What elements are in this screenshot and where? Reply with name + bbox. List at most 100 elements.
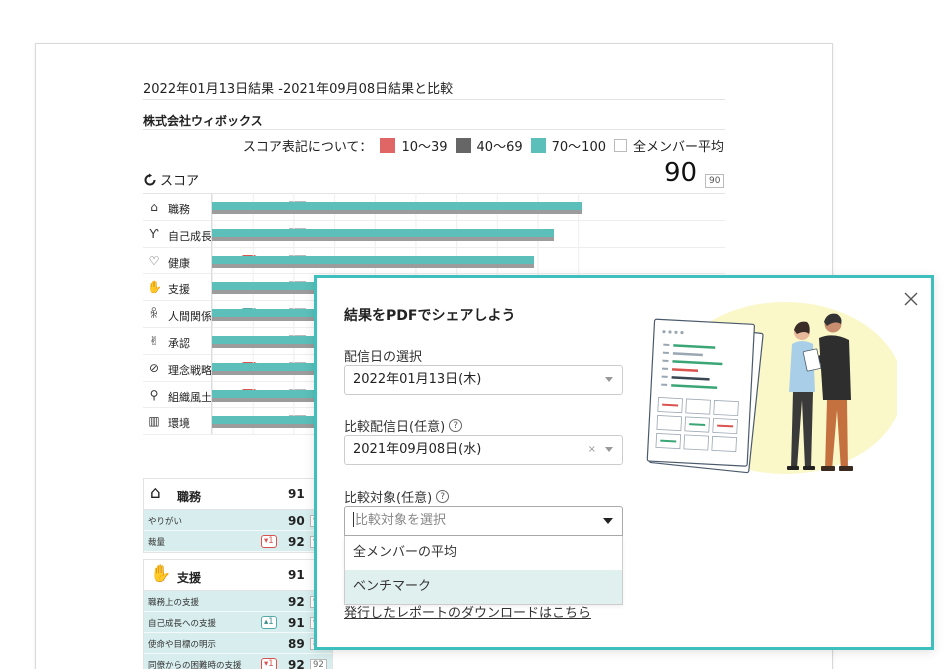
refresh-icon: [144, 173, 156, 185]
sub-item-label: 裁量: [148, 538, 166, 548]
briefcase-icon: ⌂: [150, 200, 158, 214]
category-label: 健康: [168, 256, 190, 270]
sub-item-label: やりがい: [148, 517, 183, 527]
detail-sub-row: 同僚からの困難時の支援 ▾1 92 92: [144, 654, 332, 669]
text-cursor: [353, 512, 354, 527]
compare-date-value: 2021年09月08日(水): [353, 442, 482, 457]
category-label: 支援: [168, 283, 190, 297]
compare-target-label-text: 比較対象(任意): [344, 491, 433, 506]
chevron-down-icon: [605, 377, 613, 382]
detail-card-title: 支援: [177, 571, 202, 585]
sub-item-score: 91: [288, 616, 305, 630]
category-label: 理念戦略: [168, 363, 212, 377]
compare-date-label-text: 比較配信日(任意): [344, 420, 446, 435]
detail-sub-row: 自己成長への支援▴1919: [144, 612, 332, 633]
compare-date-label: 比較配信日(任意) ?: [344, 416, 463, 435]
divider: [143, 129, 725, 130]
category-label: 職務: [168, 203, 190, 216]
score-change-badge: ▾1: [261, 535, 277, 548]
score-change-badge: ▾1: [261, 658, 277, 669]
legend-label: スコア表記について：: [242, 140, 373, 155]
detail-card-title: 職務: [177, 490, 202, 504]
building-icon: ▥: [148, 414, 160, 429]
report-title: 2022年01月13日結果 -2021年09月08日結果と比較: [143, 82, 454, 97]
detail-sub-row: 使命や目標の明示898: [144, 633, 332, 654]
category-score-bar: [212, 255, 534, 264]
category-score-bar: [212, 202, 583, 210]
category-label: 環境: [168, 417, 190, 431]
detail-card-score: 91: [288, 568, 305, 582]
category-label: 承認: [168, 336, 190, 350]
compare-target-dropdown: 全メンバーの平均 ベンチマーク: [344, 536, 623, 605]
dropdown-option-benchmark[interactable]: ベンチマーク: [345, 570, 622, 604]
delivery-date-label-text: 配信日の選択: [344, 350, 423, 365]
help-icon[interactable]: ?: [449, 419, 463, 432]
share-illustration: [646, 302, 897, 474]
score-change-badge: ▴1: [261, 616, 277, 629]
detail-sub-row: やりがい909: [144, 510, 332, 531]
delivery-date-label: 配信日の選択: [344, 346, 422, 365]
sub-item-average: 92: [310, 659, 327, 669]
delivery-date-select[interactable]: 2022年01月13日(木): [344, 365, 623, 395]
detail-card: ⌂職務91やりがい909裁量▾1929: [143, 478, 333, 553]
sub-item-label: 使命や目標の明示: [148, 640, 217, 650]
briefcase-icon: ⌂: [150, 483, 161, 503]
clear-icon[interactable]: ×: [588, 436, 596, 464]
sub-item-label: 同僚からの困難時の支援: [148, 661, 242, 669]
category-label: 組織風土: [168, 390, 212, 404]
category-label: 人間関係: [168, 310, 212, 324]
close-icon[interactable]: [899, 287, 923, 311]
help-icon[interactable]: ?: [436, 490, 450, 503]
sub-item-score: 92: [288, 535, 305, 549]
sprout-icon: Ƴ: [149, 226, 159, 241]
legend-swatch-low: [380, 138, 396, 153]
legend-swatch-average: [613, 139, 627, 152]
pdf-share-modal: 結果をPDFでシェアしよう 配信日の選択 2022年01月13日(木) 比較配信…: [314, 275, 934, 650]
category-score-bar: [212, 228, 554, 237]
detail-card-header: ✋ 支援 91: [144, 560, 332, 591]
clap-icon: ✌: [148, 333, 160, 348]
legend-item-high: 70〜100: [551, 140, 606, 155]
people-icon: ꆜ: [149, 307, 159, 322]
category-average-bar: [212, 210, 583, 214]
score-legend: スコア表記について： 10〜39 40〜69 70〜100 全メンバー平均: [243, 136, 724, 155]
category-label: 自己成長: [168, 229, 212, 243]
legend-item-mid: 40〜69: [476, 140, 523, 155]
legend-item-low: 10〜39: [401, 140, 448, 155]
sub-item-score: 92: [288, 595, 305, 609]
detail-card: ✋支援91職務上の支援929自己成長への支援▴1919使命や目標の明示898同僚…: [143, 559, 333, 669]
detail-sub-row: 裁量▾1929: [144, 531, 332, 552]
compare-date-select[interactable]: 2021年09月08日(水) ×: [344, 435, 623, 465]
company-name: 株式会社ウィボックス: [143, 114, 263, 128]
detail-sub-row: 職務上の支援929: [144, 591, 332, 612]
total-score-average: 90: [705, 174, 725, 188]
sub-item-score: 92: [288, 658, 305, 669]
chevron-down-icon: [605, 447, 613, 452]
divider: [143, 99, 725, 100]
total-score: 90: [664, 158, 698, 188]
detail-card-score: 91: [288, 487, 305, 501]
sub-item-label: 自己成長への支援: [148, 619, 217, 629]
org-icon: ⚲: [149, 387, 159, 402]
category-average-bar: [212, 236, 554, 241]
category-average-bar: [212, 263, 534, 268]
detail-card-header: ⌂ 職務 91: [144, 479, 332, 510]
sub-item-score: 89: [288, 637, 305, 651]
legend-item-average: 全メンバー平均: [632, 140, 724, 155]
compass-icon: ⊘: [148, 360, 160, 375]
compare-target-placeholder: 比較対象を選択: [355, 513, 447, 528]
chevron-down-icon: [603, 518, 613, 524]
legend-swatch-high: [530, 138, 546, 153]
sub-item-label: 職務上の支援: [148, 598, 200, 608]
dropdown-option-all-members[interactable]: 全メンバーの平均: [345, 536, 622, 570]
score-heading: スコア: [143, 170, 199, 189]
support-hand-icon: ✋: [147, 280, 162, 295]
heart-icon: ♡: [148, 253, 160, 268]
compare-target-label: 比較対象(任意) ?: [344, 487, 450, 506]
delivery-date-value: 2022年01月13日(木): [353, 372, 482, 387]
sub-item-score: 90: [288, 514, 305, 528]
compare-target-select[interactable]: 比較対象を選択: [344, 506, 623, 536]
score-heading-label: スコア: [160, 174, 200, 189]
support-hand-icon: ✋: [150, 564, 172, 584]
modal-title: 結果をPDFでシェアしよう: [344, 308, 516, 324]
